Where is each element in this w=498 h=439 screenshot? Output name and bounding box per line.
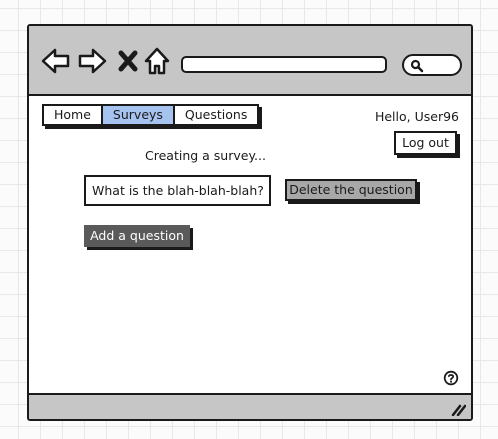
close-x-icon[interactable] (117, 46, 139, 80)
browser-toolbar (29, 26, 471, 96)
nav-tabs: Home Surveys Questions (42, 104, 260, 126)
delete-question-button[interactable]: Delete the question (285, 179, 417, 201)
forward-arrow-icon[interactable] (77, 46, 107, 80)
question-input[interactable]: What is the blah-blah-blah? (84, 175, 271, 206)
address-bar[interactable] (181, 56, 387, 73)
resize-handle-icon[interactable] (450, 401, 467, 419)
status-bar (29, 393, 471, 419)
tab-questions[interactable]: Questions (175, 106, 257, 124)
back-arrow-icon[interactable] (41, 46, 71, 80)
tab-home[interactable]: Home (44, 106, 103, 124)
add-question-button[interactable]: Add a question (84, 225, 190, 247)
user-greeting: Hello, User96 (374, 109, 459, 124)
logout-button[interactable]: Log out (394, 131, 457, 155)
help-icon[interactable] (443, 370, 459, 390)
home-icon[interactable] (143, 46, 171, 80)
search-icon (410, 59, 424, 73)
status-text: Creating a survey... (145, 148, 266, 163)
search-box[interactable] (402, 54, 462, 76)
tab-surveys[interactable]: Surveys (102, 106, 175, 124)
browser-window: Home Surveys Questions Hello, User96 Log… (27, 24, 473, 421)
